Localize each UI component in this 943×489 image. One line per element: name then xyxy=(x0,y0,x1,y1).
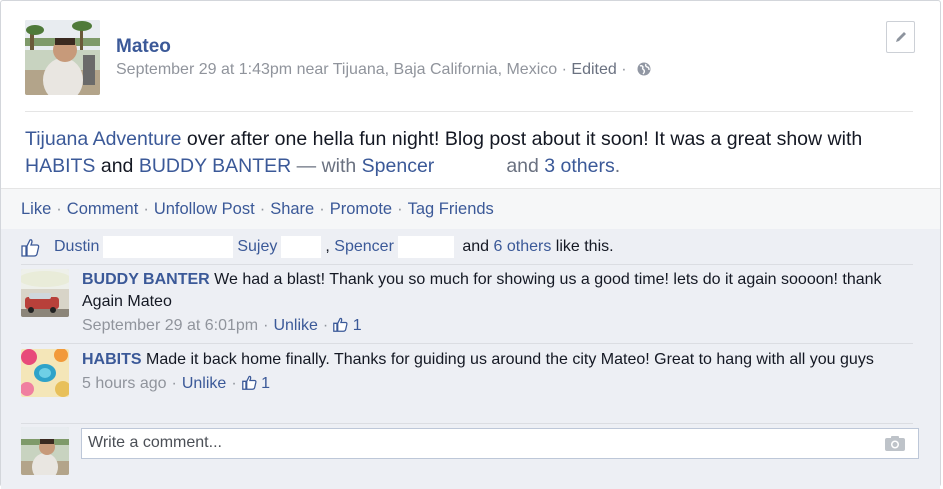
comment-meta: September 29 at 6:01pm · Unlike · 1 xyxy=(82,315,897,337)
current-user-avatar xyxy=(21,427,69,475)
tagged-friend-spencer[interactable]: Spencer xyxy=(362,155,435,177)
period: . xyxy=(614,155,621,177)
feedback-section: Dustin Sujey , Spencer and 6 others like… xyxy=(1,229,940,489)
liker-dustin[interactable]: Dustin xyxy=(54,238,99,256)
and-label: and xyxy=(506,155,545,177)
share-link[interactable]: Share xyxy=(270,200,314,218)
comment-link[interactable]: Comment xyxy=(67,200,139,218)
action-separator: · xyxy=(259,200,266,218)
meta-separator: · xyxy=(263,317,269,334)
author-name[interactable]: Mateo xyxy=(116,36,171,58)
with-label: — with xyxy=(291,155,362,177)
globe-icon[interactable] xyxy=(637,62,651,76)
camera-icon[interactable] xyxy=(884,435,906,452)
pencil-icon xyxy=(895,32,906,42)
meta-separator: · xyxy=(621,61,627,78)
page-link-tijuana-adventure[interactable]: Tijuana Adventure xyxy=(25,128,181,150)
thumbs-up-icon xyxy=(241,375,257,390)
likes-summary: Dustin Sujey , Spencer and 6 others like… xyxy=(21,235,614,259)
like-this-label: like this. xyxy=(555,238,614,255)
unlike-link[interactable]: Unlike xyxy=(273,317,317,334)
author-avatar[interactable] xyxy=(25,20,100,95)
comment-item: HABITS Made it back home finally. Thanks… xyxy=(21,349,901,419)
tagged-others-link[interactable]: 3 others xyxy=(544,155,614,177)
comment-text: Made it back home finally. Thanks for gu… xyxy=(146,351,874,368)
action-separator: · xyxy=(143,200,149,218)
comment-meta: 5 hours ago · Unlike · 1 xyxy=(82,373,897,395)
tag-buddy-banter[interactable]: BUDDY BANTER xyxy=(139,155,291,177)
redacted-area xyxy=(281,236,322,258)
redacted-area xyxy=(103,236,234,258)
like-count-value: 1 xyxy=(352,317,362,334)
post-timestamp[interactable]: September 29 at 1:43pm xyxy=(116,61,292,78)
unlike-link[interactable]: Unlike xyxy=(182,375,226,392)
thumbs-up-icon xyxy=(333,317,348,332)
comment-author[interactable]: HABITS xyxy=(82,351,142,368)
commenter-avatar[interactable] xyxy=(21,349,69,397)
post-body-text: over after one hella fun night! Blog pos… xyxy=(181,128,863,150)
tag-friends-link[interactable]: Tag Friends xyxy=(408,200,494,218)
comment-composer xyxy=(21,427,921,475)
meta-separator: · xyxy=(322,317,329,334)
location-prefix: near xyxy=(296,61,329,78)
post-card: Mateo September 29 at 1:43pm near Tijuan… xyxy=(0,0,941,489)
comment-like-count[interactable]: 1 xyxy=(241,375,270,392)
comment-timestamp[interactable]: September 29 at 6:01pm xyxy=(82,317,258,334)
comment-item: BUDDY BANTER We had a blast! Thank you s… xyxy=(21,269,901,339)
row-divider xyxy=(21,343,913,344)
action-separator: · xyxy=(319,200,325,218)
comma: , xyxy=(325,238,330,255)
meta-separator: · xyxy=(171,375,177,392)
comment-input[interactable] xyxy=(82,429,874,457)
comment-input-box[interactable] xyxy=(81,428,919,459)
like-count-value: 1 xyxy=(261,375,270,392)
edit-post-button[interactable] xyxy=(886,21,915,53)
liker-spencer[interactable]: Spencer xyxy=(334,238,394,256)
meta-separator: · xyxy=(231,375,237,392)
tag-habits[interactable]: HABITS xyxy=(25,155,95,177)
meta-separator: · xyxy=(561,61,567,78)
post-action-bar: Like · Comment · Unfollow Post · Share · Promote… xyxy=(1,188,940,230)
commenter-avatar[interactable] xyxy=(21,269,69,317)
edited-label[interactable]: Edited xyxy=(571,61,616,78)
unfollow-post-link[interactable]: Unfollow Post xyxy=(154,200,255,218)
row-divider xyxy=(21,264,913,265)
action-separator: · xyxy=(397,200,403,218)
promote-link[interactable]: Promote xyxy=(330,200,392,218)
like-link[interactable]: Like xyxy=(21,200,51,218)
header-divider xyxy=(25,111,913,112)
likers-others-link[interactable]: 6 others xyxy=(494,238,552,256)
post-meta: September 29 at 1:43pm near Tijuana, Baj… xyxy=(116,61,651,79)
thumbs-up-icon xyxy=(21,238,40,257)
post-body: Tijuana Adventure over after one hella f… xyxy=(25,126,905,180)
comment-timestamp[interactable]: 5 hours ago xyxy=(82,375,167,392)
post-location[interactable]: Tijuana, Baja California, Mexico xyxy=(333,61,557,78)
action-separator: · xyxy=(56,200,62,218)
redacted-area xyxy=(397,236,454,258)
liker-sujey[interactable]: Sujey xyxy=(237,238,277,256)
post-body-text: and xyxy=(95,155,139,177)
comment-author[interactable]: BUDDY BANTER xyxy=(82,271,210,288)
row-divider xyxy=(21,423,913,424)
comment-like-count[interactable]: 1 xyxy=(333,317,362,334)
and-label: and xyxy=(462,238,490,255)
